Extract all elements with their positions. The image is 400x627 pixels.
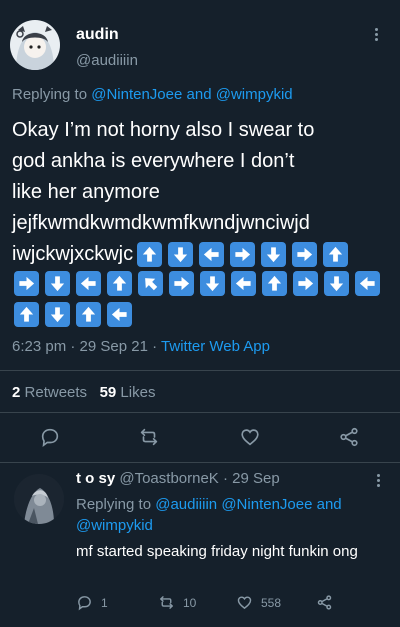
down-arrow-icon xyxy=(261,242,287,268)
mention-and: and xyxy=(316,496,342,513)
avatar-illustration xyxy=(10,20,60,70)
meta-sep: · xyxy=(222,470,228,487)
meta-sep: · xyxy=(70,338,76,355)
tweet-actions xyxy=(0,424,400,452)
reply-count: 1 xyxy=(101,595,108,610)
likes-count: 59 xyxy=(99,384,117,401)
like-action[interactable]: 558 xyxy=(236,594,281,611)
tweet-text: Okay I’m not horny also I swear to god a… xyxy=(12,115,392,270)
tweet-text-line: jejfkwmdkwmdkwmfkwndjwnciwjd xyxy=(12,212,310,234)
reply-icon[interactable] xyxy=(39,426,61,448)
tweet-meta: 6:23 pm · 29 Sep 21 · Twitter Web App xyxy=(12,338,270,355)
replying-to: Replying to @NintenJoee and @wimpykid xyxy=(12,86,293,103)
avatar[interactable] xyxy=(14,474,64,524)
avatar[interactable] xyxy=(10,20,60,70)
tweet-actions: 1 10 558 xyxy=(76,594,386,614)
tweet-text-line: Okay I’m not horny also I swear to xyxy=(12,119,315,141)
like-icon xyxy=(237,596,252,610)
right-arrow-icon xyxy=(14,271,39,296)
down-arrow-icon xyxy=(168,242,194,268)
retweet-icon xyxy=(160,596,173,609)
right-arrow-icon xyxy=(293,271,318,296)
left-arrow-icon xyxy=(199,242,225,268)
up-arrow-icon xyxy=(323,242,349,268)
divider xyxy=(0,370,400,371)
like-icon[interactable] xyxy=(239,426,261,448)
reply-tweet[interactable]: t o sy @ToastborneK · 29 Sep Replying to… xyxy=(0,462,400,627)
tweet-text: mf started speaking friday night funkin … xyxy=(76,543,358,560)
reply-header: t o sy @ToastborneK · 29 Sep xyxy=(76,470,280,487)
left-arrow-icon xyxy=(355,271,380,296)
handle[interactable]: @ToastborneK xyxy=(119,470,218,487)
left-arrow-icon xyxy=(231,271,256,296)
up-arrow-icon xyxy=(14,302,39,327)
reply-icon xyxy=(78,596,91,611)
mention-link[interactable]: @audiiiin xyxy=(155,496,217,513)
replying-prefix: Replying to xyxy=(12,86,88,103)
up-arrow-icon xyxy=(107,271,132,296)
retweet-action[interactable]: 10 xyxy=(158,594,196,611)
down-arrow-icon xyxy=(200,271,225,296)
tweet-text-line: iwjckwjxckwjc xyxy=(12,239,392,270)
down-arrow-icon xyxy=(45,271,70,296)
avatar-illustration xyxy=(14,474,64,524)
more-options-icon[interactable] xyxy=(372,26,380,46)
tweet-text-fragment: iwjckwjxckwjc xyxy=(12,243,134,265)
mention-link[interactable]: @wimpykid xyxy=(216,86,293,103)
mention-and: and xyxy=(186,86,212,103)
replying-to: Replying to @audiiiin @NintenJoee and @w… xyxy=(76,494,386,536)
retweets-label: Retweets xyxy=(24,384,88,401)
mention-link[interactable]: @NintenJoee xyxy=(91,86,182,103)
share-icon xyxy=(317,595,332,610)
retweets-count: 2 xyxy=(12,384,21,401)
tweet-date[interactable]: 29 Sep xyxy=(232,470,280,487)
retweet-icon[interactable] xyxy=(138,426,160,448)
tweet-text-line: god ankha is everywhere I don’t xyxy=(12,150,295,172)
arrow-emoji-group xyxy=(14,302,138,327)
tweet-text-line: like her anymore xyxy=(12,181,160,203)
up-arrow-icon xyxy=(76,302,101,327)
tweet-stats: 2 Retweets 59 Likes xyxy=(12,384,155,401)
left-arrow-icon xyxy=(76,271,101,296)
share-action[interactable] xyxy=(316,594,341,611)
likes-stat[interactable]: 59 Likes xyxy=(100,384,156,401)
left-arrow-icon xyxy=(107,302,132,327)
right-arrow-icon xyxy=(230,242,256,268)
right-arrow-icon xyxy=(169,271,194,296)
retweets-stat[interactable]: 2 Retweets xyxy=(12,384,87,401)
meta-sep: · xyxy=(152,338,158,355)
up-arrow-icon xyxy=(262,271,287,296)
reply-action[interactable]: 1 xyxy=(76,594,108,611)
upleft-arrow-icon xyxy=(138,271,163,296)
tweet-source[interactable]: Twitter Web App xyxy=(161,338,270,355)
down-arrow-icon xyxy=(45,302,70,327)
handle[interactable]: @audiiiin xyxy=(76,52,138,69)
tweet-time[interactable]: 6:23 pm xyxy=(12,338,66,355)
divider xyxy=(0,412,400,413)
replying-prefix: Replying to xyxy=(76,496,152,513)
like-count: 558 xyxy=(261,595,282,610)
mention-link[interactable]: @wimpykid xyxy=(76,517,153,534)
more-options-icon[interactable] xyxy=(374,472,382,492)
display-name[interactable]: audin xyxy=(76,26,119,44)
arrow-emoji-group xyxy=(137,239,354,270)
right-arrow-icon xyxy=(292,242,318,268)
display-name[interactable]: t o sy xyxy=(76,470,115,487)
arrow-emoji-group xyxy=(14,271,386,296)
mention-link[interactable]: @NintenJoee xyxy=(221,496,312,513)
retweet-count: 10 xyxy=(183,595,197,610)
up-arrow-icon xyxy=(137,242,163,268)
down-arrow-icon xyxy=(324,271,349,296)
tweet-date[interactable]: 29 Sep 21 xyxy=(80,338,148,355)
share-icon[interactable] xyxy=(338,426,360,448)
likes-label: Likes xyxy=(120,384,156,401)
